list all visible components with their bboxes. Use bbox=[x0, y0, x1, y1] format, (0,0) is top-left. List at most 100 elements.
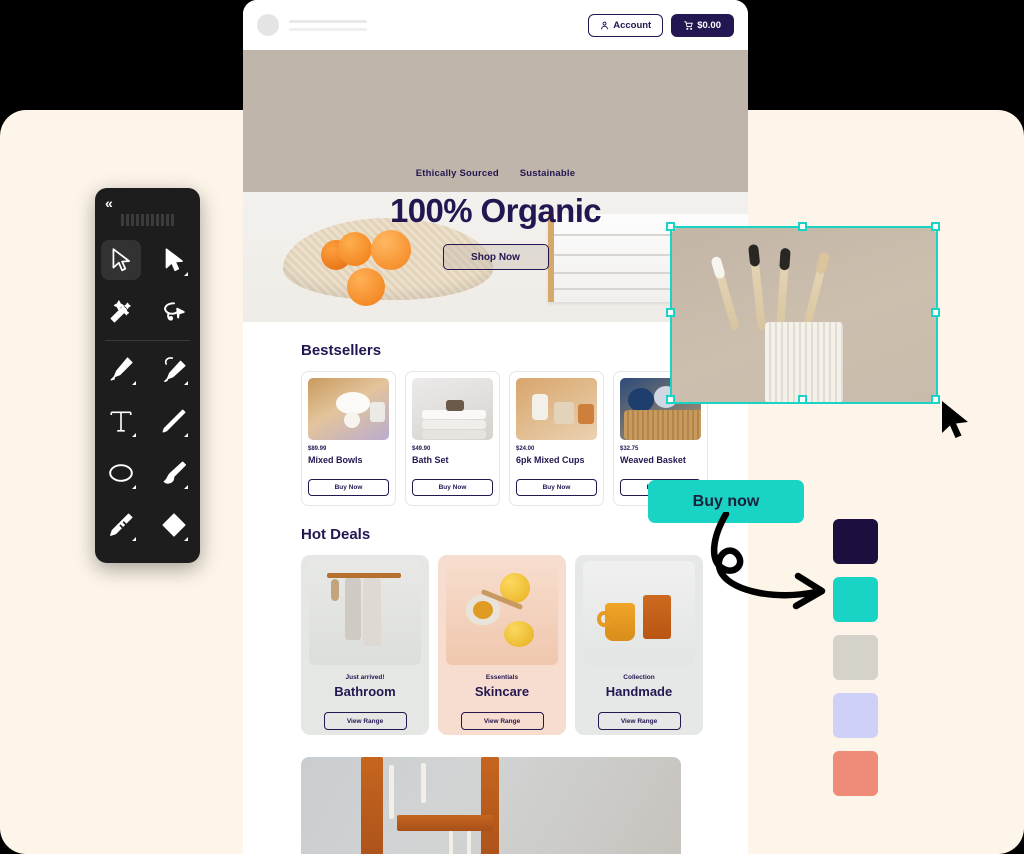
tool-submenu-indicator bbox=[131, 537, 136, 541]
toothbrush bbox=[776, 247, 791, 331]
move-tool[interactable] bbox=[95, 234, 148, 286]
resize-handle-bottom-left[interactable] bbox=[666, 395, 675, 404]
deal-image bbox=[583, 561, 695, 665]
deal-title: Handmade bbox=[605, 684, 673, 699]
toothbrush bbox=[710, 255, 740, 332]
product-image bbox=[308, 378, 389, 440]
bottom-feature-image bbox=[301, 757, 681, 854]
resize-handle-top-left[interactable] bbox=[666, 222, 675, 231]
palette-drag-handle[interactable] bbox=[120, 214, 175, 226]
deal-kicker: Just arrived! bbox=[345, 674, 385, 681]
palette-divider bbox=[105, 340, 190, 341]
deal-kicker: Collection bbox=[623, 674, 655, 681]
swatch-dark-navy[interactable] bbox=[833, 519, 878, 564]
hot-deals-heading: Hot Deals bbox=[301, 526, 371, 543]
orange-fruit bbox=[338, 232, 372, 266]
resize-handle-top-right[interactable] bbox=[931, 222, 940, 231]
magic-wand-tool[interactable] bbox=[95, 286, 148, 338]
product-image bbox=[516, 378, 597, 440]
curvature-pen-tool[interactable] bbox=[148, 343, 201, 395]
resize-handle-top-center[interactable] bbox=[798, 222, 807, 231]
buy-now-button[interactable]: Buy Now bbox=[412, 479, 493, 496]
lasso-tool[interactable] bbox=[148, 286, 201, 338]
swatch-teal[interactable] bbox=[833, 577, 878, 622]
view-range-button[interactable]: View Range bbox=[597, 712, 681, 730]
view-range-button[interactable]: View Range bbox=[323, 712, 407, 730]
toothbrush-image bbox=[672, 228, 936, 402]
product-card[interactable]: $49.90 Bath Set Buy Now bbox=[405, 371, 500, 506]
swatch-salmon[interactable] bbox=[833, 751, 878, 796]
buy-now-button[interactable]: Buy Now bbox=[516, 479, 597, 496]
tool-palette[interactable]: « bbox=[95, 188, 200, 563]
pen-tool[interactable] bbox=[95, 343, 148, 395]
website-preview-panel[interactable]: Account $0.00 Ethically Sourced Sustaina… bbox=[243, 0, 748, 854]
swatch-periwinkle[interactable] bbox=[833, 693, 878, 738]
line-tool[interactable] bbox=[148, 395, 201, 447]
direct-select-tool[interactable] bbox=[148, 234, 201, 286]
product-price: $49.90 bbox=[412, 446, 431, 452]
product-price: $89.99 bbox=[308, 446, 327, 452]
hero-taglines: Ethically Sourced Sustainable bbox=[243, 168, 748, 179]
site-header: Account $0.00 bbox=[243, 0, 748, 50]
cart-icon bbox=[684, 20, 694, 30]
tool-grid bbox=[95, 234, 200, 551]
logo-placeholder-lines bbox=[289, 19, 367, 31]
deal-title: Skincare bbox=[474, 684, 530, 699]
deal-image bbox=[309, 561, 421, 665]
view-range-button[interactable]: View Range bbox=[460, 712, 544, 730]
tool-submenu-indicator bbox=[184, 485, 188, 489]
hero-tagline-1: Ethically Sourced bbox=[415, 168, 499, 179]
curved-arrow-annotation bbox=[710, 512, 826, 610]
color-swatch-list[interactable] bbox=[833, 519, 878, 796]
resize-handle-bottom-right[interactable] bbox=[931, 395, 940, 404]
resize-handle-middle-right[interactable] bbox=[931, 308, 940, 317]
account-button-label: Account bbox=[613, 19, 652, 31]
orange-fruit bbox=[347, 268, 385, 306]
logo-placeholder-icon bbox=[257, 14, 279, 36]
cart-button[interactable]: $0.00 bbox=[671, 13, 734, 37]
user-icon bbox=[601, 21, 609, 29]
deal-title: Bathroom bbox=[334, 684, 396, 699]
product-image bbox=[412, 378, 493, 440]
ellipse-tool[interactable] bbox=[95, 447, 148, 499]
resize-handle-bottom-center[interactable] bbox=[798, 395, 807, 404]
tool-submenu-indicator bbox=[184, 381, 188, 385]
product-name: Mixed Bowls bbox=[308, 455, 363, 465]
product-card[interactable]: $89.99 Mixed Bowls Buy Now bbox=[301, 371, 396, 506]
hero-tagline-2: Sustainable bbox=[519, 168, 576, 179]
tool-submenu-indicator bbox=[184, 272, 188, 276]
deal-card[interactable]: Just arrived! Bathroom View Range bbox=[301, 555, 429, 735]
deal-card[interactable]: Essentials Skincare View Range bbox=[438, 555, 566, 735]
deal-image bbox=[446, 561, 558, 665]
placeholder-line bbox=[289, 19, 367, 23]
tool-submenu-indicator bbox=[184, 537, 188, 541]
deal-kicker: Essentials bbox=[485, 674, 519, 681]
mouse-cursor-icon bbox=[942, 401, 968, 438]
tool-submenu-indicator bbox=[131, 381, 136, 385]
resize-handle-middle-left[interactable] bbox=[666, 308, 675, 317]
buy-now-button[interactable]: Buy Now bbox=[308, 479, 389, 496]
product-card[interactable]: $24.00 6pk Mixed Cups Buy Now bbox=[509, 371, 604, 506]
account-button[interactable]: Account bbox=[588, 13, 664, 37]
shop-now-button[interactable]: Shop Now bbox=[442, 244, 549, 270]
tool-submenu-indicator bbox=[184, 433, 188, 437]
pencil-tool[interactable] bbox=[95, 499, 148, 551]
deal-card[interactable]: Collection Handmade View Range bbox=[575, 555, 703, 735]
product-name: 6pk Mixed Cups bbox=[516, 455, 585, 465]
product-price: $32.75 bbox=[620, 446, 639, 452]
collapse-palette-icon[interactable]: « bbox=[105, 196, 200, 210]
hot-deals-row: Just arrived! Bathroom View Range Essent… bbox=[243, 555, 748, 735]
swatch-warm-grey[interactable] bbox=[833, 635, 878, 680]
eraser-tool[interactable] bbox=[148, 499, 201, 551]
tool-submenu-indicator bbox=[131, 485, 136, 489]
toothbrush bbox=[748, 243, 766, 331]
product-name: Bath Set bbox=[412, 455, 449, 465]
selected-image-frame[interactable] bbox=[666, 222, 940, 404]
brush-tool[interactable] bbox=[148, 447, 201, 499]
product-price: $24.00 bbox=[516, 446, 535, 452]
type-tool[interactable] bbox=[95, 395, 148, 447]
placeholder-line bbox=[289, 27, 367, 31]
orange-fruit bbox=[371, 230, 411, 270]
toothbrush-holder bbox=[765, 322, 843, 402]
tool-submenu-indicator bbox=[131, 433, 136, 437]
